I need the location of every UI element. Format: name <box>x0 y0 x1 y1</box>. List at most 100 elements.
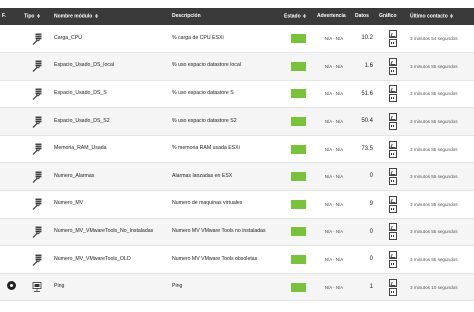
module-name[interactable]: Numero_MV <box>52 190 170 219</box>
data-table-icon[interactable] <box>388 204 397 213</box>
line-graph-icon[interactable] <box>388 57 397 66</box>
module-name[interactable]: Numero_Alarmas <box>52 162 170 192</box>
server-wrench-icon <box>32 171 41 183</box>
status-ok-indicator <box>291 172 306 182</box>
module-data-value: 0 <box>353 245 377 274</box>
row-flag-cell <box>0 245 22 274</box>
col-header-tipo[interactable]: Tipo <box>22 8 52 25</box>
line-graph-icon[interactable] <box>388 278 397 287</box>
line-graph-icon[interactable] <box>388 195 397 204</box>
col-header-advertencia: Advertencia <box>315 8 353 25</box>
data-table-icon[interactable] <box>388 260 397 269</box>
status-ok-indicator <box>291 282 306 292</box>
last-contact: 3 minutos 55 segundos <box>408 190 474 219</box>
col-header-f: F. <box>0 8 22 25</box>
module-name[interactable]: Espacio_Usado_DS_S2 <box>52 107 170 136</box>
line-graph-icon[interactable] <box>388 140 397 149</box>
status-cell <box>282 107 315 136</box>
module-name[interactable]: Carga_CPU <box>52 25 170 54</box>
module-name[interactable]: Espacio_Usado_DS_local <box>52 52 170 81</box>
module-data-value: 51.6 <box>353 80 377 109</box>
module-name[interactable]: Espacio_Usado_DS_S <box>52 80 170 109</box>
line-graph-icon[interactable] <box>388 30 397 39</box>
server-wrench-icon <box>32 143 41 156</box>
sort-icon[interactable] <box>36 13 40 18</box>
table-row: Numero_Alarmas Alarmas lanzadas en ESX N… <box>0 162 474 192</box>
module-description: Ping <box>170 273 282 302</box>
col-header-estado[interactable]: Estado <box>282 8 315 25</box>
row-type-cell <box>22 135 52 164</box>
status-ok-indicator <box>291 117 306 127</box>
table-row: Numero_MV_VMwareTools_No_Instaladas Nume… <box>0 218 474 247</box>
sort-icon[interactable] <box>303 13 307 18</box>
row-flag-cell <box>0 218 22 247</box>
row-flag-cell <box>0 52 22 81</box>
modules-table: F. Tipo Nombre módulo Descripción Estado… <box>0 8 474 302</box>
row-type-cell <box>22 25 52 54</box>
module-data-value: 0 <box>353 162 377 192</box>
table-row: Espacio_Usado_DS_S % uso espacio datasto… <box>0 80 474 109</box>
module-description: % memoria RAM usada ESXi <box>170 135 282 164</box>
table-header-row: F. Tipo Nombre módulo Descripción Estado… <box>0 8 474 25</box>
module-data-value: 50.4 <box>353 107 377 136</box>
module-name[interactable]: Numero_MV_VMwareTools_No_Instaladas <box>52 218 170 247</box>
warning-threshold: N/A - N/A <box>315 135 353 164</box>
data-table-icon[interactable] <box>388 94 397 103</box>
radio-button-icon[interactable] <box>6 281 16 291</box>
graph-cell <box>377 273 408 302</box>
col-header-ultimo-contacto[interactable]: Último contacto <box>408 8 474 25</box>
graph-cell <box>377 52 408 81</box>
module-data-value: 1.6 <box>353 52 377 81</box>
status-ok-indicator <box>291 255 306 265</box>
table-row: Numero_MV Numero de maquinas virtuales N… <box>0 190 474 219</box>
status-ok-indicator <box>291 61 306 71</box>
status-cell <box>282 218 315 247</box>
line-graph-icon[interactable] <box>388 251 397 260</box>
line-graph-icon[interactable] <box>388 223 397 232</box>
row-type-cell <box>22 218 52 247</box>
data-table-icon[interactable] <box>388 66 397 75</box>
status-ok-indicator <box>291 227 306 237</box>
warning-threshold: N/A - N/A <box>315 218 353 247</box>
warning-threshold: N/A - N/A <box>315 162 353 192</box>
server-wrench-icon <box>32 33 41 45</box>
graph-cell <box>377 25 408 54</box>
row-type-cell <box>22 80 52 109</box>
module-description: Numero MV VMware Tools obsoletas <box>170 245 282 274</box>
table-row: Carga_CPU % carga de CPU ESXi N/A - N/A … <box>0 25 474 54</box>
row-type-cell <box>22 107 52 136</box>
status-cell <box>282 190 315 219</box>
sort-icon[interactable] <box>450 13 454 18</box>
line-graph-icon[interactable] <box>388 85 397 94</box>
module-name[interactable]: Numero_MV_VMwareTools_OLD <box>52 245 170 274</box>
row-flag-cell <box>0 273 22 302</box>
warning-threshold: N/A - N/A <box>315 190 353 219</box>
row-flag-cell <box>0 25 22 54</box>
warning-threshold: N/A - N/A <box>315 107 353 136</box>
line-graph-icon[interactable] <box>388 168 397 177</box>
row-type-cell <box>22 162 52 192</box>
server-wrench-icon <box>32 226 41 238</box>
sort-icon[interactable] <box>94 13 98 18</box>
col-header-nombre[interactable]: Nombre módulo <box>52 8 170 25</box>
data-table-icon[interactable] <box>388 232 397 241</box>
row-type-cell <box>22 273 52 302</box>
status-ok-indicator <box>291 34 306 44</box>
line-graph-icon[interactable] <box>388 113 397 122</box>
server-wrench-icon <box>32 254 41 266</box>
last-contact: 3 minutos 55 segundos <box>408 245 474 274</box>
data-table-icon[interactable] <box>388 39 397 48</box>
data-table-icon[interactable] <box>388 177 397 186</box>
module-name[interactable]: Memoria_RAM_Usada <box>52 135 170 164</box>
last-contact: 3 minutos 55 segundos <box>408 80 474 109</box>
row-flag-cell <box>0 107 22 136</box>
data-table-icon[interactable] <box>388 122 397 131</box>
data-table-icon[interactable] <box>388 149 397 158</box>
col-header-descripcion: Descripción <box>170 8 282 25</box>
warning-threshold: N/A - N/A <box>315 273 353 302</box>
module-name[interactable]: Ping <box>52 273 170 302</box>
data-table-icon[interactable] <box>388 287 397 296</box>
status-cell <box>282 80 315 109</box>
status-cell <box>282 162 315 192</box>
modules-panel: F. Tipo Nombre módulo Descripción Estado… <box>0 0 474 312</box>
